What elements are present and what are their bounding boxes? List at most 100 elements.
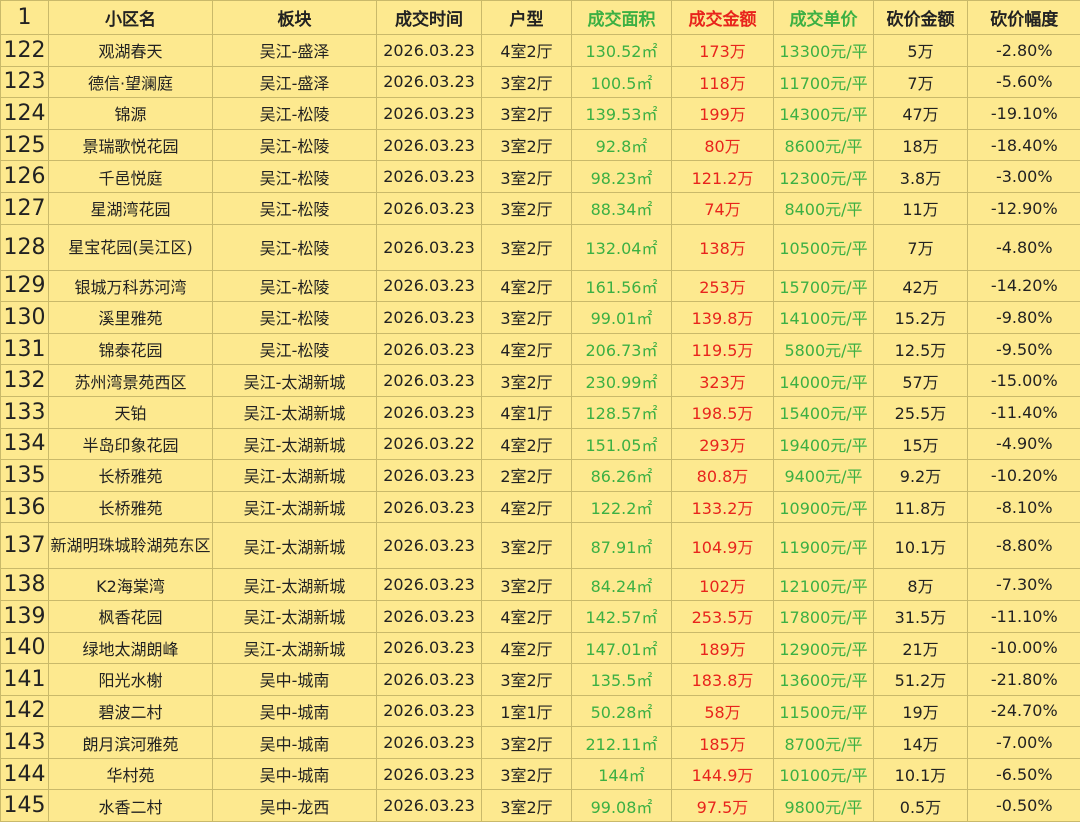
- table-row[interactable]: 134半岛印象花园吴江-太湖新城2026.03.224室2厅151.05㎡293…: [1, 428, 1080, 460]
- cell-unit-price[interactable]: 8700元/平: [774, 727, 874, 759]
- cell-cut-percent[interactable]: -8.80%: [968, 523, 1080, 569]
- cell-deal-date[interactable]: 2026.03.23: [377, 632, 482, 664]
- cell-deal-date[interactable]: 2026.03.23: [377, 727, 482, 759]
- cell-community-name[interactable]: 苏州湾景苑西区: [49, 365, 213, 397]
- cell-layout[interactable]: 1室1厅: [482, 695, 572, 727]
- cell-community-name[interactable]: 长桥雅苑: [49, 491, 213, 523]
- cell-cut-percent[interactable]: -5.60%: [968, 66, 1080, 98]
- cell-layout[interactable]: 4室2厅: [482, 491, 572, 523]
- table-row[interactable]: 139枫香花园吴江-太湖新城2026.03.234室2厅142.57㎡253.5…: [1, 600, 1080, 632]
- cell-deal-date[interactable]: 2026.03.23: [377, 302, 482, 334]
- cell-row-number[interactable]: 140: [1, 632, 49, 664]
- cell-community-name[interactable]: 天铂: [49, 396, 213, 428]
- cell-unit-price[interactable]: 8600元/平: [774, 129, 874, 161]
- cell-layout[interactable]: 3室2厅: [482, 161, 572, 193]
- table-row[interactable]: 142碧波二村吴中-城南2026.03.231室1厅50.28㎡58万11500…: [1, 695, 1080, 727]
- cell-cut-percent[interactable]: -4.80%: [968, 224, 1080, 270]
- cell-total-price[interactable]: 183.8万: [672, 664, 774, 696]
- cell-deal-date[interactable]: 2026.03.23: [377, 460, 482, 492]
- cell-cut-percent[interactable]: -24.70%: [968, 695, 1080, 727]
- cell-area[interactable]: 87.91㎡: [572, 523, 672, 569]
- cell-total-price[interactable]: 80.8万: [672, 460, 774, 492]
- cell-area[interactable]: 98.23㎡: [572, 161, 672, 193]
- table-row[interactable]: 127星湖湾花园吴江-松陵2026.03.233室2厅88.34㎡74万8400…: [1, 192, 1080, 224]
- cell-area[interactable]: 128.57㎡: [572, 396, 672, 428]
- cell-deal-date[interactable]: 2026.03.23: [377, 758, 482, 790]
- cell-unit-price[interactable]: 12100元/平: [774, 569, 874, 601]
- cell-price-cut[interactable]: 31.5万: [874, 600, 968, 632]
- cell-cut-percent[interactable]: -3.00%: [968, 161, 1080, 193]
- cell-district[interactable]: 吴江-太湖新城: [213, 632, 377, 664]
- table-row[interactable]: 125景瑞歌悦花园吴江-松陵2026.03.233室2厅92.8㎡80万8600…: [1, 129, 1080, 161]
- cell-cut-percent[interactable]: -7.30%: [968, 569, 1080, 601]
- cell-district[interactable]: 吴江-太湖新城: [213, 600, 377, 632]
- cell-total-price[interactable]: 139.8万: [672, 302, 774, 334]
- cell-price-cut[interactable]: 15.2万: [874, 302, 968, 334]
- cell-total-price[interactable]: 293万: [672, 428, 774, 460]
- cell-area[interactable]: 139.53㎡: [572, 98, 672, 130]
- cell-price-cut[interactable]: 42万: [874, 270, 968, 302]
- cell-row-number[interactable]: 130: [1, 302, 49, 334]
- cell-total-price[interactable]: 253.5万: [672, 600, 774, 632]
- cell-unit-price[interactable]: 15700元/平: [774, 270, 874, 302]
- cell-row-number[interactable]: 142: [1, 695, 49, 727]
- table-row[interactable]: 141阳光水榭吴中-城南2026.03.233室2厅135.5㎡183.8万13…: [1, 664, 1080, 696]
- cell-deal-date[interactable]: 2026.03.23: [377, 333, 482, 365]
- cell-price-cut[interactable]: 7万: [874, 224, 968, 270]
- cell-community-name[interactable]: 新湖明珠城聆湖苑东区: [49, 523, 213, 569]
- cell-community-name[interactable]: 朗月滨河雅苑: [49, 727, 213, 759]
- cell-area[interactable]: 122.2㎡: [572, 491, 672, 523]
- cell-layout[interactable]: 3室2厅: [482, 523, 572, 569]
- cell-cut-percent[interactable]: -8.10%: [968, 491, 1080, 523]
- cell-layout[interactable]: 3室2厅: [482, 66, 572, 98]
- cell-total-price[interactable]: 185万: [672, 727, 774, 759]
- cell-cut-percent[interactable]: -15.00%: [968, 365, 1080, 397]
- cell-area[interactable]: 151.05㎡: [572, 428, 672, 460]
- cell-unit-price[interactable]: 8400元/平: [774, 192, 874, 224]
- cell-area[interactable]: 84.24㎡: [572, 569, 672, 601]
- cell-row-number[interactable]: 123: [1, 66, 49, 98]
- cell-district[interactable]: 吴中-城南: [213, 727, 377, 759]
- cell-community-name[interactable]: 碧波二村: [49, 695, 213, 727]
- cell-area[interactable]: 100.5㎡: [572, 66, 672, 98]
- cell-row-number[interactable]: 122: [1, 35, 49, 67]
- cell-price-cut[interactable]: 18万: [874, 129, 968, 161]
- cell-community-name[interactable]: 华村苑: [49, 758, 213, 790]
- header-layout[interactable]: 户型: [482, 1, 572, 35]
- cell-area[interactable]: 92.8㎡: [572, 129, 672, 161]
- cell-community-name[interactable]: 阳光水榭: [49, 664, 213, 696]
- cell-cut-percent[interactable]: -9.50%: [968, 333, 1080, 365]
- cell-total-price[interactable]: 144.9万: [672, 758, 774, 790]
- cell-price-cut[interactable]: 10.1万: [874, 523, 968, 569]
- cell-row-number[interactable]: 124: [1, 98, 49, 130]
- cell-community-name[interactable]: 星湖湾花园: [49, 192, 213, 224]
- cell-cut-percent[interactable]: -6.50%: [968, 758, 1080, 790]
- cell-deal-date[interactable]: 2026.03.23: [377, 35, 482, 67]
- cell-layout[interactable]: 3室2厅: [482, 302, 572, 334]
- cell-area[interactable]: 142.57㎡: [572, 600, 672, 632]
- header-price-cut[interactable]: 砍价金额: [874, 1, 968, 35]
- cell-deal-date[interactable]: 2026.03.23: [377, 270, 482, 302]
- cell-deal-date[interactable]: 2026.03.23: [377, 600, 482, 632]
- cell-price-cut[interactable]: 5万: [874, 35, 968, 67]
- cell-price-cut[interactable]: 15万: [874, 428, 968, 460]
- cell-price-cut[interactable]: 25.5万: [874, 396, 968, 428]
- cell-cut-percent[interactable]: -19.10%: [968, 98, 1080, 130]
- cell-price-cut[interactable]: 11.8万: [874, 491, 968, 523]
- cell-total-price[interactable]: 104.9万: [672, 523, 774, 569]
- cell-layout[interactable]: 3室2厅: [482, 129, 572, 161]
- cell-district[interactable]: 吴江-松陵: [213, 270, 377, 302]
- table-row[interactable]: 137新湖明珠城聆湖苑东区吴江-太湖新城2026.03.233室2厅87.91㎡…: [1, 523, 1080, 569]
- cell-unit-price[interactable]: 17800元/平: [774, 600, 874, 632]
- cell-deal-date[interactable]: 2026.03.23: [377, 129, 482, 161]
- cell-cut-percent[interactable]: -10.00%: [968, 632, 1080, 664]
- cell-unit-price[interactable]: 12300元/平: [774, 161, 874, 193]
- cell-total-price[interactable]: 119.5万: [672, 333, 774, 365]
- cell-total-price[interactable]: 323万: [672, 365, 774, 397]
- cell-deal-date[interactable]: 2026.03.23: [377, 98, 482, 130]
- cell-district[interactable]: 吴中-城南: [213, 664, 377, 696]
- cell-unit-price[interactable]: 11900元/平: [774, 523, 874, 569]
- cell-layout[interactable]: 3室2厅: [482, 224, 572, 270]
- cell-layout[interactable]: 3室2厅: [482, 192, 572, 224]
- cell-district[interactable]: 吴江-太湖新城: [213, 396, 377, 428]
